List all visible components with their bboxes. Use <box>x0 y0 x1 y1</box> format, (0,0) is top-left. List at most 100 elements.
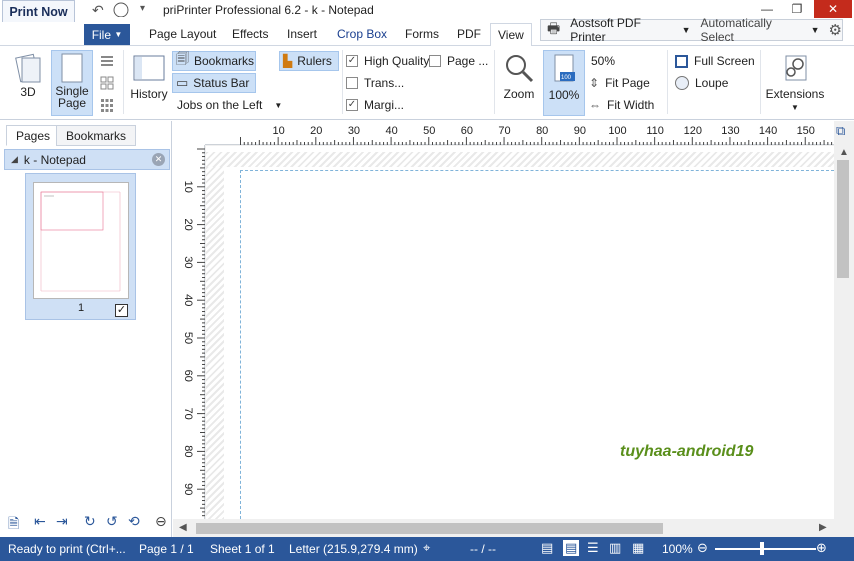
extensions-button[interactable]: Extensions ▼ <box>766 52 824 114</box>
jobs-position-dropdown[interactable]: Jobs on the Left ▼ <box>177 98 282 112</box>
zoom-slider-handle[interactable] <box>760 542 764 555</box>
ruler-settings-icon[interactable]: ⧉ <box>836 123 845 139</box>
zoom-slider[interactable] <box>715 548 816 550</box>
extensions-label: Extensions <box>765 87 825 101</box>
tab-page-layout[interactable]: Page Layout <box>149 27 216 41</box>
scroll-left-icon[interactable]: ◀ <box>179 522 187 533</box>
document-view: 102030405060708090100110120130140150160 … <box>173 121 854 537</box>
bookmarks-toggle[interactable]: 🗐 Bookmarks <box>172 51 256 71</box>
close-job-icon[interactable]: ✕ <box>152 153 165 166</box>
view-continuous-icon[interactable]: ☰ <box>587 540 599 556</box>
two-page-icon[interactable] <box>100 54 114 68</box>
tab-pdf[interactable]: PDF <box>457 27 481 41</box>
zoom-100-button[interactable]: 100 100% <box>543 50 585 116</box>
tab-effects[interactable]: Effects <box>232 27 268 41</box>
high-quality-checkbox[interactable]: ✓ High Quality <box>346 54 429 68</box>
move-back-icon[interactable]: ⇤ <box>34 513 46 530</box>
ruler-label: 20 <box>182 218 194 230</box>
fit-width-icon: ⇔ <box>589 98 601 112</box>
page-thumbnail[interactable]: 1 ✓ <box>25 173 136 320</box>
select-dropdown-icon[interactable]: ▼ <box>811 25 820 35</box>
view-two-page-icon[interactable]: ▥ <box>609 540 621 556</box>
undo-icon[interactable]: ↶ <box>92 2 104 19</box>
printer-dropdown-icon[interactable]: ▼ <box>682 25 691 35</box>
gear-icon[interactable]: ⚙ <box>829 21 842 39</box>
zoom-button[interactable]: Zoom <box>500 52 538 100</box>
view-grid-icon[interactable]: ▦ <box>632 540 644 556</box>
extensions-icon <box>785 55 807 81</box>
rotate-left-icon[interactable]: ↺ <box>106 513 118 530</box>
fit-page-button[interactable]: ⇕ Fit Page <box>589 76 650 90</box>
single-page-button[interactable]: Single Page <box>51 50 93 116</box>
trans-checkbox[interactable]: Trans... <box>346 76 404 90</box>
ruler-label: 80 <box>182 445 194 457</box>
extensions-dropdown-icon: ▼ <box>791 103 799 112</box>
printer-selector[interactable]: 🖶 Aostsoft PDF Printer ▼ Automatically S… <box>540 16 843 44</box>
margins-check-icon: ✓ <box>346 99 358 111</box>
margins-checkbox[interactable]: ✓ Margi... <box>346 98 404 112</box>
ribbon-separator <box>123 50 124 114</box>
status-zoom: 100% <box>662 542 693 556</box>
ruler-label: 30 <box>348 125 360 137</box>
status-bar-label: Status Bar <box>193 76 250 90</box>
circle-icon[interactable] <box>113 1 129 20</box>
status-paper-size: Letter (215.9,279.4 mm) <box>289 542 418 556</box>
vertical-scrollbar[interactable]: ▲ <box>834 145 854 519</box>
thumbnail-checkbox[interactable]: ✓ <box>115 304 128 317</box>
tab-crop-box[interactable]: Crop Box <box>337 27 387 41</box>
status-bar-toggle[interactable]: ▭ Status Bar <box>172 73 256 93</box>
scroll-up-icon[interactable]: ▲ <box>839 147 849 158</box>
close-button[interactable]: ✕ <box>814 0 852 18</box>
page-check-icon <box>429 55 441 67</box>
job-item[interactable]: ◢ k - Notepad ✕ <box>4 149 170 170</box>
horizontal-scrollbar[interactable]: ◀ ▶ <box>173 519 834 537</box>
rotate-right-icon[interactable]: ↻ <box>84 513 96 530</box>
page-checkbox[interactable]: Page ... <box>429 54 488 68</box>
printer-select-mode[interactable]: Automatically Select <box>701 16 805 44</box>
view-book-icon[interactable]: ▤ <box>541 540 553 556</box>
horizontal-scroll-thumb[interactable] <box>196 523 663 534</box>
tab-view[interactable]: View <box>490 23 532 47</box>
file-tab[interactable]: File ▼ <box>84 24 130 45</box>
vertical-scroll-thumb[interactable] <box>837 160 849 278</box>
3d-button[interactable]: 3D <box>10 52 46 98</box>
panel-toolbar: 🗎 ⇤ ⇥ ↻ ↺ ⟲ ⊖ <box>0 511 172 535</box>
thumbnail-page-number: 1 <box>78 302 85 314</box>
trans-label: Trans... <box>364 76 405 90</box>
history-icon <box>133 55 165 81</box>
ruler-label: 10 <box>273 125 285 137</box>
zoom-out-icon[interactable]: ⊖ <box>697 540 708 556</box>
high-quality-check-icon: ✓ <box>346 55 358 67</box>
multi-page-icon[interactable] <box>100 98 114 112</box>
quick-access-dropdown-icon[interactable]: ▾ <box>140 3 145 14</box>
move-forward-icon[interactable]: ⇥ <box>56 513 68 530</box>
vertical-ruler: 10 20 30 40 50 60 70 80 90 <box>173 145 205 519</box>
add-page-icon[interactable]: 🗎 <box>8 513 19 537</box>
ribbon-view: 3D Single Page History 🗐 Bookmarks ▭ Sta… <box>0 46 854 120</box>
tab-insert[interactable]: Insert <box>287 27 317 41</box>
collapse-icon[interactable]: ◢ <box>11 154 18 165</box>
rotate-both-icon[interactable]: ⟲ <box>128 513 140 530</box>
rulers-toggle[interactable]: ▙ Rulers <box>279 51 339 71</box>
loupe-button[interactable]: Loupe <box>675 76 728 90</box>
zoom-in-icon[interactable]: ⊕ <box>816 540 827 556</box>
tab-forms[interactable]: Forms <box>405 27 439 41</box>
ruler-label: 90 <box>182 483 194 495</box>
scroll-right-icon[interactable]: ▶ <box>819 522 827 533</box>
page-shadow-top <box>206 152 834 167</box>
four-page-icon[interactable] <box>100 76 114 90</box>
tab-pages[interactable]: Pages <box>6 125 61 146</box>
view-single-icon[interactable]: ▤ <box>563 540 580 556</box>
ruler-label: 70 <box>498 125 510 137</box>
zoom-50-button[interactable]: 50% <box>591 54 615 68</box>
tab-bookmarks[interactable]: Bookmarks <box>56 125 137 146</box>
zoom-out-icon[interactable]: ⊖ <box>155 513 167 530</box>
print-now-button[interactable]: Print Now <box>2 0 75 24</box>
history-button[interactable]: History <box>130 54 168 100</box>
crosshair-icon: ⌖ <box>423 540 431 555</box>
ribbon-separator <box>494 50 495 114</box>
full-screen-button[interactable]: Full Screen <box>675 54 755 68</box>
fit-width-button[interactable]: ⇔ Fit Width <box>589 98 654 112</box>
page-canvas[interactable] <box>206 146 834 519</box>
pages-panel: Pages Bookmarks ◢ k - Notepad ✕ 1 ✓ 🗎 ⇤ … <box>0 121 172 537</box>
